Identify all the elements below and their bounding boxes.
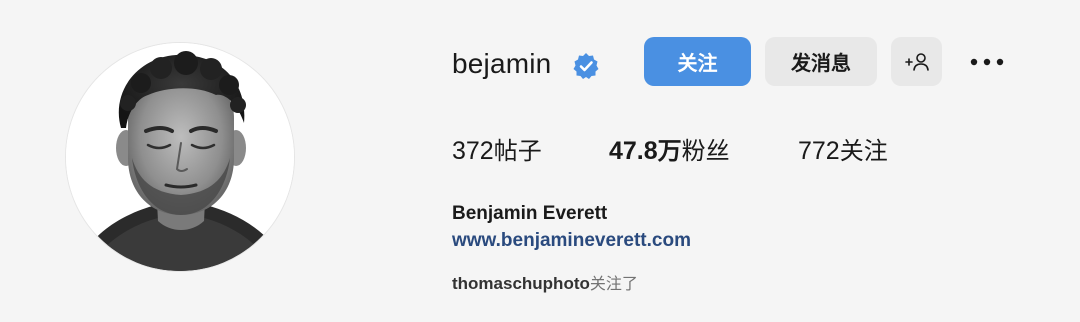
more-horizontal-icon [970,58,1004,65]
profile-photo [66,43,294,271]
followed-by-suffix: 关注了 [589,274,638,293]
verified-badge-icon [571,51,601,81]
followers-count[interactable]: 47.8万粉丝 [609,133,730,169]
followers-value: 47.8 [609,137,658,165]
follow-button[interactable]: 关注 [644,37,751,86]
posts-label: 帖子 [493,137,542,165]
username: bejamin [452,48,552,79]
following-value: 772 [798,137,840,165]
website-link[interactable]: www.benjamineverett.com [452,228,691,254]
following-label: 关注 [839,137,888,165]
full-name: Benjamin Everett [452,203,608,224]
followers-unit: 万 [657,137,682,165]
avatar[interactable] [65,42,295,272]
followed-by[interactable]: thomaschuphoto关注了 [452,272,638,296]
following-count[interactable]: 772关注 [798,133,888,169]
suggest-users-button[interactable] [891,37,942,86]
posts-value: 372 [452,137,494,165]
message-button[interactable]: 发消息 [765,37,877,86]
posts-count: 372帖子 [452,133,542,169]
add-user-icon [904,52,929,71]
followed-by-user[interactable]: thomaschuphoto [452,274,590,293]
followers-label: 粉丝 [681,137,730,165]
more-options-button[interactable] [960,37,1014,86]
